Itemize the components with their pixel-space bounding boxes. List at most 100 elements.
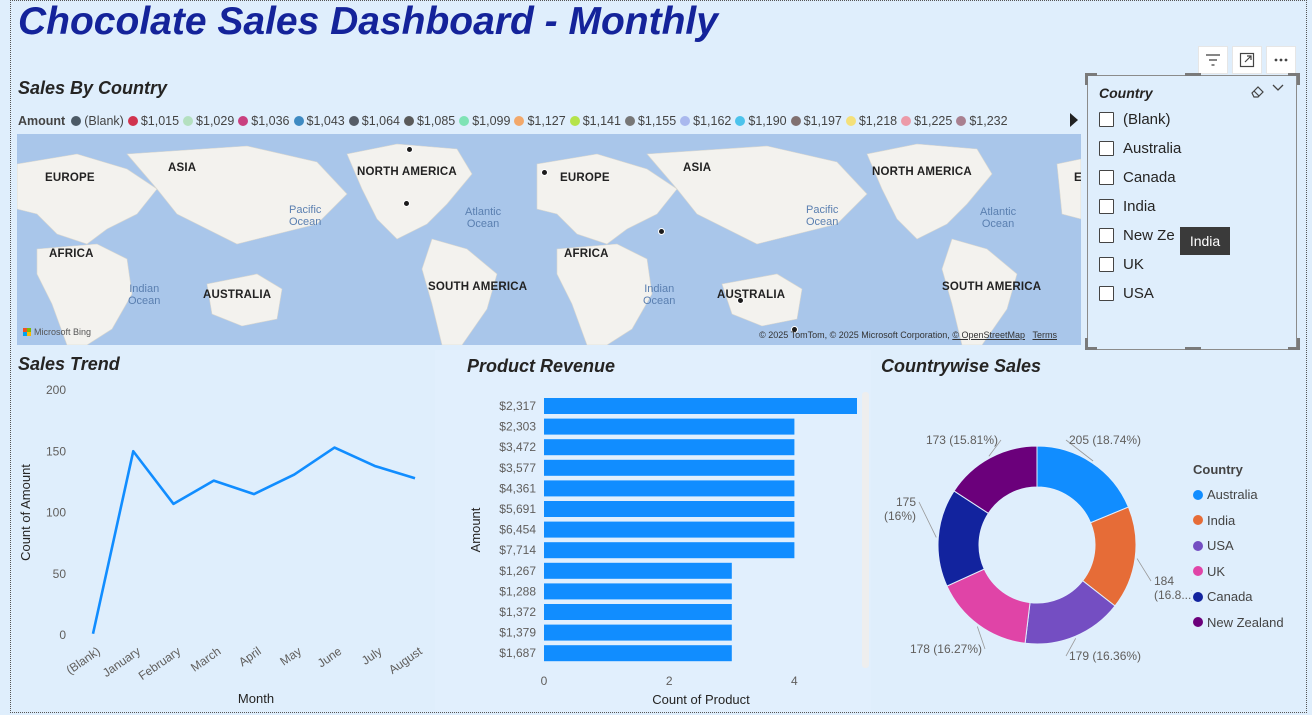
vertical-scrollbar[interactable] bbox=[862, 392, 869, 668]
sales-trend-line[interactable] bbox=[91, 446, 416, 635]
legend-dot-icon bbox=[1193, 515, 1203, 526]
map-legend-item[interactable]: $1,225 bbox=[901, 114, 952, 128]
bar[interactable] bbox=[544, 624, 732, 641]
legend-item[interactable]: Australia bbox=[1193, 482, 1284, 508]
legend-next-arrow-icon[interactable] bbox=[1070, 113, 1078, 127]
map-bubble[interactable] bbox=[737, 297, 744, 304]
legend-label: $1,155 bbox=[637, 114, 677, 128]
legend-label: $1,141 bbox=[582, 114, 621, 128]
bar[interactable] bbox=[544, 542, 795, 559]
resize-handle[interactable] bbox=[1185, 73, 1201, 76]
legend-dot-icon bbox=[1193, 566, 1203, 577]
map-legend-item[interactable]: $1,029 bbox=[183, 114, 234, 128]
legend-label: $1,064 bbox=[361, 114, 400, 128]
map-legend-item[interactable]: $1,036 bbox=[238, 114, 290, 128]
map-legend-item[interactable]: $1,015 bbox=[127, 114, 179, 128]
slicer-item-uk[interactable]: UK bbox=[1099, 254, 1144, 274]
map-legend-item[interactable]: $1,155 bbox=[624, 114, 677, 128]
map-bubble[interactable] bbox=[541, 169, 548, 176]
map-legend-item[interactable]: $1,064 bbox=[348, 114, 400, 128]
map-visual[interactable]: EUROPE ASIA NORTH AMERICA EUROPE ASIA NO… bbox=[17, 134, 1081, 345]
checkbox[interactable] bbox=[1099, 256, 1114, 272]
map-bubble[interactable] bbox=[406, 146, 413, 153]
map-legend-item[interactable]: $1,085 bbox=[403, 114, 455, 128]
slicer-item-blank[interactable]: (Blank) bbox=[1099, 109, 1171, 129]
map-legend-item[interactable]: $1,162 bbox=[680, 114, 731, 128]
donut-data-label: (16.8...) bbox=[1154, 588, 1192, 602]
terms-link[interactable]: Terms bbox=[1033, 330, 1058, 340]
product-revenue-chart[interactable]: $2,317 $2,303 $3,472 $3,577 $4,361 $5,691 $6,4… bbox=[463, 386, 863, 712]
legend-item[interactable]: USA bbox=[1193, 533, 1284, 559]
sales-trend-chart[interactable]: 0 50 100 150 200 (Blank)JanuaryFebruary March A… bbox=[14, 378, 434, 710]
attribution-text: © 2025 TomTom, © 2025 Microsoft Corporat… bbox=[759, 330, 953, 340]
slicer-item-usa[interactable]: USA bbox=[1099, 283, 1154, 303]
map-bubble[interactable] bbox=[658, 228, 665, 235]
filter-icon[interactable] bbox=[1198, 46, 1228, 74]
map-legend-item[interactable]: $1,141 bbox=[569, 114, 621, 128]
legend-dot-icon bbox=[790, 116, 801, 126]
slicer-item-india[interactable]: India bbox=[1099, 196, 1156, 216]
eraser-icon[interactable] bbox=[1250, 85, 1265, 101]
country-slicer[interactable]: Country (Blank) Australia Canada India N… bbox=[1085, 73, 1300, 350]
slicer-item-canada[interactable]: Canada bbox=[1099, 167, 1176, 187]
map-legend-item[interactable]: $1,197 bbox=[790, 114, 842, 128]
legend-label: $1,190 bbox=[748, 114, 787, 128]
map-legend-item[interactable]: (Blank) bbox=[71, 114, 124, 128]
openstreetmap-link[interactable]: © OpenStreetMap bbox=[952, 330, 1025, 340]
checkbox[interactable] bbox=[1099, 227, 1114, 243]
legend-item[interactable]: New Zealand bbox=[1193, 610, 1284, 636]
map-legend-item[interactable]: $1,043 bbox=[293, 114, 345, 128]
bar[interactable] bbox=[544, 521, 795, 538]
legend-dot-icon bbox=[514, 116, 525, 126]
legend-label: $1,225 bbox=[914, 114, 953, 128]
resize-handle[interactable] bbox=[1297, 73, 1300, 85]
chevron-down-icon[interactable] bbox=[1272, 80, 1284, 95]
bar[interactable] bbox=[544, 418, 795, 435]
focus-mode-icon[interactable] bbox=[1232, 46, 1262, 74]
bar[interactable] bbox=[544, 604, 732, 620]
y-tick-label: 0 bbox=[59, 628, 66, 642]
bar[interactable] bbox=[544, 439, 795, 456]
bar[interactable] bbox=[544, 562, 732, 579]
more-options-icon[interactable] bbox=[1266, 46, 1296, 74]
legend-item[interactable]: UK bbox=[1193, 559, 1284, 585]
bar[interactable] bbox=[544, 583, 732, 600]
legend-label: $1,162 bbox=[693, 114, 732, 128]
map-legend-item[interactable]: $1,232 bbox=[956, 114, 1008, 128]
map-legend-item[interactable]: $1,218 bbox=[845, 114, 897, 128]
checkbox[interactable] bbox=[1099, 285, 1114, 301]
legend-label: $1,036 bbox=[251, 114, 290, 128]
checkbox[interactable] bbox=[1099, 140, 1114, 156]
bar[interactable] bbox=[544, 480, 795, 497]
slicer-item-australia[interactable]: Australia bbox=[1099, 138, 1181, 158]
legend-label: India bbox=[1207, 512, 1236, 528]
bar[interactable] bbox=[544, 501, 795, 517]
bar[interactable] bbox=[544, 645, 732, 662]
checkbox[interactable] bbox=[1099, 111, 1114, 127]
y-tick-label: 200 bbox=[46, 383, 66, 397]
map-legend-item[interactable]: $1,190 bbox=[735, 114, 787, 128]
map-bubble[interactable] bbox=[403, 200, 410, 207]
map-legend-item[interactable]: $1,127 bbox=[514, 114, 566, 128]
countrywise-donut-chart[interactable]: 205 (18.74%) 184(16.8...) 179 (16.36%) 178 … bbox=[874, 380, 1192, 710]
resize-handle[interactable] bbox=[1085, 73, 1088, 85]
map-legend: Amount (Blank) $1,015 $1,029 $1,036 $1,043 $1… bbox=[18, 112, 1012, 130]
legend-dot-icon bbox=[183, 116, 194, 126]
resize-handle[interactable] bbox=[1297, 338, 1300, 350]
legend-item[interactable]: India bbox=[1193, 508, 1284, 534]
donut-slice[interactable] bbox=[1036, 445, 1130, 524]
map-title: Sales By Country bbox=[18, 78, 168, 98]
resize-handle[interactable] bbox=[1185, 347, 1201, 350]
slicer-item-new-zealand[interactable]: New Ze bbox=[1099, 225, 1175, 245]
map-legend-item[interactable]: $1,099 bbox=[459, 114, 510, 128]
bar[interactable] bbox=[544, 398, 857, 414]
checkbox[interactable] bbox=[1099, 198, 1114, 214]
resize-handle[interactable] bbox=[1085, 338, 1088, 350]
legend-item[interactable]: Canada bbox=[1193, 584, 1284, 610]
checkbox[interactable] bbox=[1099, 169, 1114, 185]
bar[interactable] bbox=[544, 459, 795, 476]
continent-label: AFRICA bbox=[49, 248, 94, 260]
x-tick-label: 2 bbox=[666, 674, 673, 688]
hover-tooltip: India bbox=[1180, 227, 1230, 255]
y-tick-label: $3,577 bbox=[499, 461, 536, 475]
